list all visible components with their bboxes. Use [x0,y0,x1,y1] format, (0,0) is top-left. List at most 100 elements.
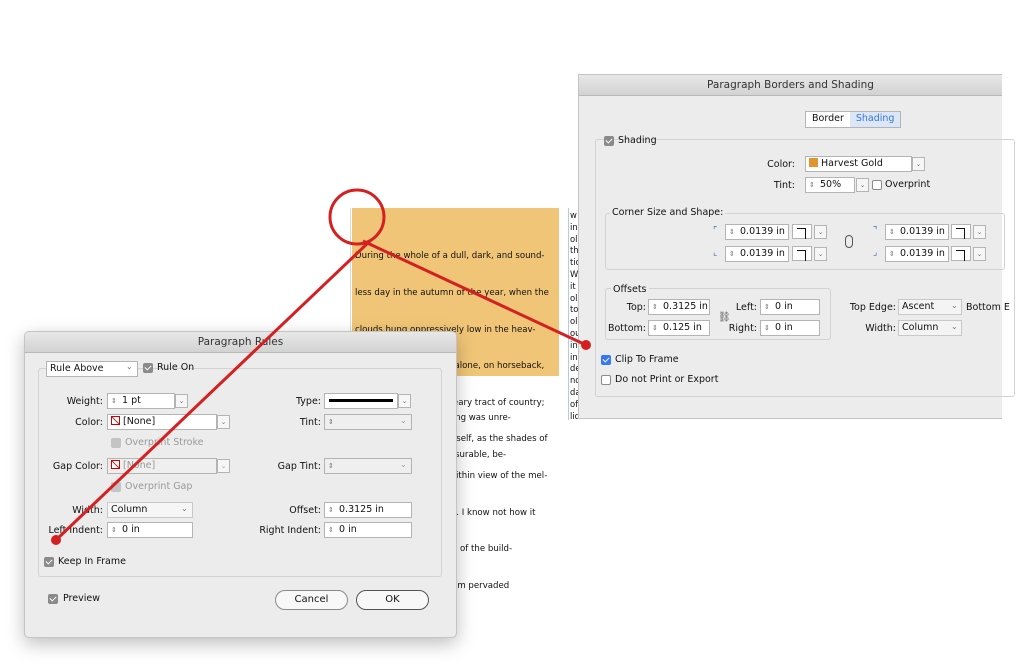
none-swatch-icon [111,460,120,469]
tint-field[interactable]: ⇕ 50% [805,177,855,193]
stepper-icon[interactable]: ⇕ [729,225,737,239]
overprint-label: Overprint [885,179,931,190]
offset-value: 0.3125 in [339,504,384,515]
chevron-down-icon[interactable]: ⌄ [814,247,827,261]
tint-label: Tint: [299,417,321,428]
gap-tint-field[interactable]: ⇕ [324,458,412,474]
overprint-stroke-label: Overprint Stroke [125,437,204,448]
chevron-down-icon[interactable]: ⌄ [912,157,925,171]
stepper-icon[interactable]: ⇕ [328,523,336,537]
stepper-icon[interactable]: ⇕ [809,178,817,192]
cancel-button[interactable]: Cancel [275,590,348,610]
ok-button[interactable]: OK [356,590,429,610]
overprint-stroke-checkbox[interactable] [111,438,121,448]
chevron-down-icon[interactable]: ⌄ [951,322,958,331]
text-line: During the whole of a dull, dark, and so… [355,251,545,262]
corner-value: 0.0139 in [900,248,945,259]
top-offset-field[interactable]: ⇕ 0.3125 in [648,299,710,315]
preview-checkbox[interactable] [48,594,58,604]
right-indent-field[interactable]: ⇕ 0 in [324,522,412,538]
stepper-icon[interactable]: ⇕ [729,247,737,261]
stepper-icon[interactable]: ⇕ [889,247,897,261]
rule-select-value: Rule Above [50,363,104,374]
gap-color-value: [None] [123,460,156,471]
chevron-down-icon[interactable]: ⌄ [400,416,407,425]
corner-bottom-right-field[interactable]: ⇕ 0.0139 in [885,246,949,262]
tint-field[interactable]: ⇕ [324,414,412,430]
tab-shading[interactable]: Shading [849,112,901,127]
stepper-icon[interactable]: ⇕ [111,394,119,408]
left-offset-field[interactable]: ⇕ 0 in [760,299,820,315]
color-select[interactable]: Harvest Gold [805,156,912,172]
stepper-icon[interactable]: ⇕ [328,503,336,517]
chevron-down-icon[interactable]: ⌄ [181,504,188,513]
left-indent-field[interactable]: ⇕ 0 in [107,522,193,538]
chevron-down-icon[interactable]: ⌄ [973,247,986,261]
offset-label: Offset: [289,505,321,516]
top-edge-label: Top Edge: [849,302,896,313]
chevron-down-icon[interactable]: ⌄ [126,362,133,371]
clip-to-frame-checkbox[interactable] [601,355,611,365]
offset-link-icon[interactable]: ⛓ [718,312,731,323]
color-label: Color: [75,417,103,428]
stepper-icon[interactable]: ⇕ [652,300,660,314]
tint-value: 50% [820,179,842,190]
right-indent-label: Right Indent: [259,525,321,536]
corner-top-right-field[interactable]: ⇕ 0.0139 in [885,224,949,240]
chevron-down-icon[interactable]: ⌄ [398,394,411,408]
rule-on-checkbox[interactable] [143,363,153,373]
dialog-title: Paragraph Rules [25,332,456,353]
text-line: less day in the autumn of the year, when… [355,288,549,299]
color-value: Harvest Gold [821,158,883,169]
stepper-icon[interactable]: ⇕ [328,415,336,429]
corner-shape-select[interactable] [951,246,971,261]
chevron-down-icon[interactable]: ⌄ [217,459,230,473]
harvest-gold-swatch [809,158,818,167]
corner-shape-select[interactable] [792,224,812,239]
overprint-checkbox[interactable] [872,180,882,190]
chevron-down-icon[interactable]: ⌄ [175,394,188,408]
chevron-down-icon[interactable]: ⌄ [856,178,869,192]
shading-checkbox[interactable] [604,136,614,146]
tab-border[interactable]: Border [806,112,850,127]
corner-top-left-field[interactable]: ⇕ 0.0139 in [725,224,789,240]
left-label: Left: [735,302,757,313]
chevron-down-icon[interactable]: ⌄ [951,301,958,310]
stepper-icon[interactable]: ⇕ [328,459,336,473]
corner-top-left-icon: ⌜ [713,226,718,236]
stepper-icon[interactable]: ⇕ [764,321,772,335]
rule-on-label: Rule On [157,362,195,373]
chevron-down-icon[interactable]: ⌄ [814,225,827,239]
weight-field[interactable]: ⇕ 1 pt [107,393,175,409]
dialog-title: Paragraph Borders and Shading [579,75,1002,96]
offset-field[interactable]: ⇕ 0.3125 in [324,502,412,518]
color-value: [None] [123,416,156,427]
corner-shape-select[interactable] [792,246,812,261]
chevron-down-icon[interactable]: ⌄ [217,415,230,429]
stepper-icon[interactable]: ⇕ [764,300,772,314]
corner-shape-select[interactable] [951,224,971,239]
left-indent-label: Left Indent: [48,525,103,536]
left-indent-value: 0 in [122,524,140,535]
right-label: Right: [728,323,757,334]
stepper-icon[interactable]: ⇕ [111,523,119,537]
do-not-print-checkbox[interactable] [601,375,611,385]
color-select[interactable]: [None] [107,414,217,430]
chain-link-icon[interactable] [845,235,853,248]
right-offset-field[interactable]: ⇕ 0 in [760,320,820,336]
stepper-icon[interactable]: ⇕ [889,225,897,239]
corner-value: 0.0139 in [900,226,945,237]
weight-label: Weight: [66,396,103,407]
overprint-gap-checkbox[interactable] [111,482,121,492]
keep-in-frame-checkbox[interactable] [44,557,54,567]
left-value: 0 in [775,301,793,312]
bottom-offset-field[interactable]: ⇕ 0.125 in [648,320,710,336]
width-value: Column [902,322,939,333]
chevron-down-icon[interactable]: ⌄ [400,460,407,469]
type-select[interactable] [324,393,398,409]
gap-color-select[interactable]: [None] [107,458,217,474]
chevron-down-icon[interactable]: ⌄ [973,225,986,239]
rule-select[interactable]: Rule Above [46,361,138,377]
stepper-icon[interactable]: ⇕ [652,321,660,335]
corner-bottom-left-field[interactable]: ⇕ 0.0139 in [725,246,789,262]
